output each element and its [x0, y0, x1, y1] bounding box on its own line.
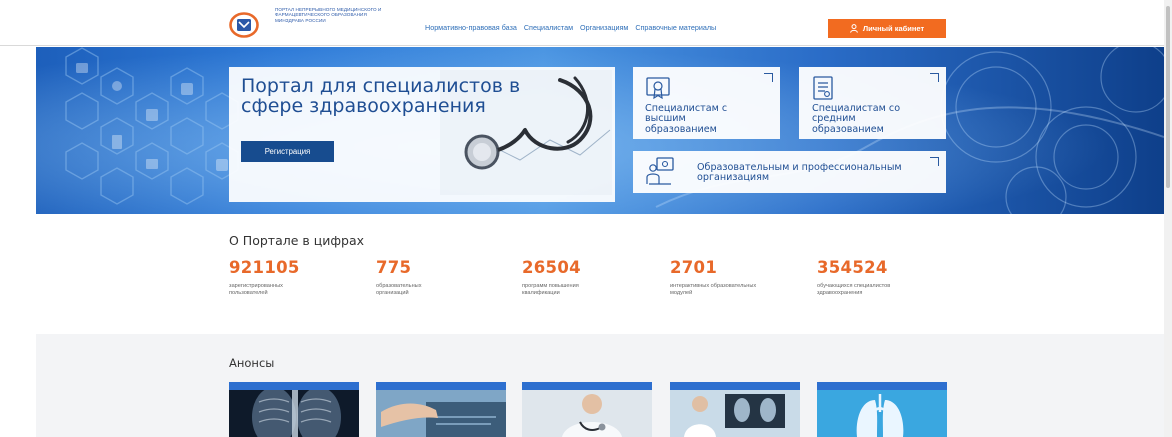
- stat-item: 775 образовательных организаций: [376, 258, 516, 297]
- xray-image: [229, 382, 359, 437]
- stat-item: 26504 программ повышения квалификации: [522, 258, 662, 297]
- medical-hand-image: [376, 382, 506, 437]
- nav-item-reference[interactable]: Справочные материалы: [635, 23, 716, 32]
- lungs-image: [817, 382, 947, 437]
- stat-label: интерактивных образовательных модулей: [670, 283, 757, 296]
- tile-higher-education-label: Специалистам с высшим образованием: [645, 103, 728, 135]
- stat-label: обучающихся специалистов здравоохранения: [817, 283, 891, 296]
- announcement-card-doctor[interactable]: [522, 382, 652, 437]
- stat-value: 775: [376, 258, 412, 277]
- radiology-image: [670, 382, 800, 437]
- nav-item-legal[interactable]: Нормативно-правовая база: [425, 23, 517, 32]
- stat-value: 26504: [522, 258, 581, 277]
- stat-item: 921105 зарегистрированных пользователей: [229, 258, 369, 297]
- hero-title: Портал для специалистов в сфере здравоох…: [241, 75, 521, 117]
- tile-organizations-label: Образовательным и профессиональным орган…: [697, 162, 902, 184]
- stat-item: 354524 обучающихся специалистов здравоох…: [817, 258, 957, 297]
- nav-item-organizations[interactable]: Организациям: [580, 23, 628, 32]
- document-icon: [813, 76, 833, 100]
- user-icon: [849, 24, 858, 33]
- announcement-card-radiology[interactable]: [670, 382, 800, 437]
- certificate-icon: [646, 77, 670, 100]
- personal-cabinet-label: Личный кабинет: [862, 24, 925, 33]
- stat-item: 2701 интерактивных образовательных модул…: [670, 258, 810, 297]
- scrollbar-thumb[interactable]: [1166, 6, 1170, 188]
- announcements-title: Анонсы: [229, 356, 275, 370]
- stat-label: программ повышения квалификации: [522, 283, 579, 296]
- stat-label: зарегистрированных пользователей: [229, 283, 283, 296]
- tile-secondary-education-label: Специалистам со средним образованием: [812, 103, 901, 135]
- main-nav: Нормативно-правовая база Специалистам Ор…: [425, 23, 716, 32]
- personal-cabinet-button[interactable]: Личный кабинет: [828, 19, 946, 38]
- announcement-card-lungs[interactable]: [817, 382, 947, 437]
- corner-arrow-icon: [764, 73, 773, 82]
- register-button[interactable]: Регистрация: [241, 141, 334, 162]
- stat-value: 921105: [229, 258, 300, 277]
- nav-item-specialists[interactable]: Специалистам: [524, 23, 573, 32]
- logo-icon[interactable]: [229, 12, 259, 38]
- teacher-board-icon: [646, 157, 674, 185]
- stat-value: 2701: [670, 258, 718, 277]
- announcement-card-hand[interactable]: [376, 382, 506, 437]
- site-header: ПОРТАЛ НЕПРЕРЫВНОГО МЕДИЦИНСКОГО И ФАРМА…: [0, 0, 1164, 46]
- stat-label: образовательных организаций: [376, 283, 422, 296]
- stat-value: 354524: [817, 258, 888, 277]
- logo-text: ПОРТАЛ НЕПРЕРЫВНОГО МЕДИЦИНСКОГО И ФАРМА…: [275, 7, 382, 23]
- doctor-image: [522, 382, 652, 437]
- stats-title: О Портале в цифрах: [229, 233, 365, 248]
- corner-arrow-icon: [930, 73, 939, 82]
- announcement-card-xray[interactable]: [229, 382, 359, 437]
